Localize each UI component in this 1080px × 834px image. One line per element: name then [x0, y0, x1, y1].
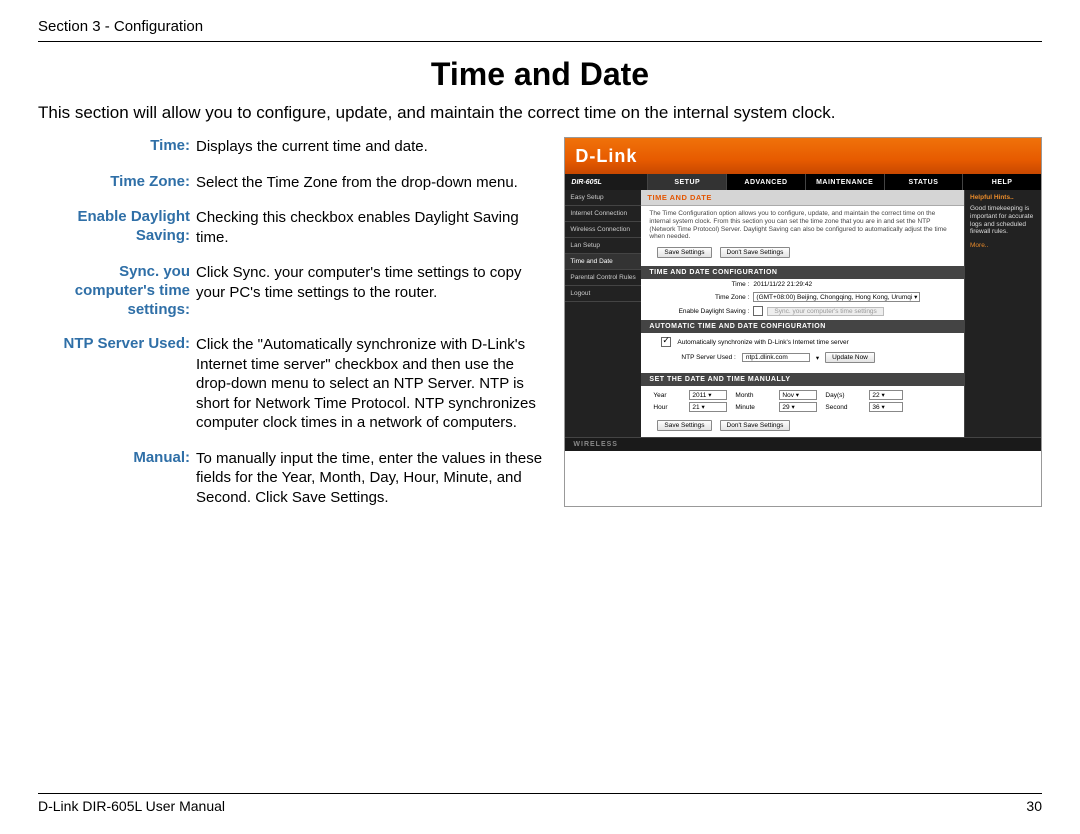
- main-pane: TIME AND DATE The Time Configuration opt…: [641, 190, 964, 437]
- footer-left: D-Link DIR-605L User Manual: [38, 798, 225, 814]
- auto-sync-checkbox[interactable]: [661, 337, 671, 347]
- minute-select[interactable]: 29 ▾: [779, 402, 817, 412]
- tab-setup[interactable]: SETUP: [647, 174, 726, 190]
- tab-maintenance[interactable]: MAINTENANCE: [805, 174, 884, 190]
- sync-time-button[interactable]: Sync. your computer's time settings: [767, 307, 883, 316]
- sidenav-parental[interactable]: Parental Control Rules: [565, 270, 641, 286]
- def-label-time: Time:: [38, 137, 190, 157]
- dst-label: Enable Daylight Saving :: [649, 308, 749, 315]
- sidenav-logout[interactable]: Logout: [565, 286, 641, 302]
- footer-page-number: 30: [1026, 798, 1042, 814]
- def-text-ntp: Click the "Automatically synchronize wit…: [196, 335, 552, 433]
- ntp-server-input[interactable]: ntp1.dlink.com: [742, 353, 810, 362]
- intro-text: This section will allow you to configure…: [38, 103, 1042, 123]
- hints-text: Good timekeeping is important for accura…: [965, 205, 1041, 240]
- hints-header: Helpful Hints..: [965, 190, 1041, 205]
- def-label-tz: Time Zone:: [38, 173, 190, 193]
- def-text-manual: To manually input the time, enter the va…: [196, 449, 552, 508]
- definitions-list: Time: Displays the current time and date…: [38, 137, 552, 507]
- page-title: Time and Date: [38, 56, 1042, 93]
- def-text-sync: Click Sync. your computer's time setting…: [196, 263, 552, 319]
- day-label: Day(s): [825, 392, 861, 399]
- ntp-label: NTP Server Used :: [681, 354, 735, 361]
- save-settings-button-bottom[interactable]: Save Settings: [657, 420, 711, 431]
- auto-sync-text: Automatically synchronize with D-Link's …: [677, 339, 848, 346]
- save-settings-button-top[interactable]: Save Settings: [657, 247, 711, 258]
- side-nav: Easy Setup Internet Connection Wireless …: [565, 190, 641, 437]
- time-label: Time :: [649, 281, 749, 288]
- time-value: 2011/11/22 21:29:42: [753, 281, 812, 288]
- hour-label: Hour: [653, 404, 681, 411]
- panel-title: TIME AND DATE: [641, 190, 964, 206]
- year-select[interactable]: 2011 ▾: [689, 390, 727, 400]
- def-text-dst: Checking this checkbox enables Daylight …: [196, 208, 552, 247]
- sidenav-lan[interactable]: Lan Setup: [565, 238, 641, 254]
- brand-logo: D-Link: [565, 138, 1041, 174]
- model-badge: DIR-605L: [565, 174, 647, 190]
- month-select[interactable]: Nov ▾: [779, 390, 817, 400]
- tz-select[interactable]: (GMT+08:00) Beijing, Chongqing, Hong Kon…: [753, 292, 920, 302]
- month-label: Month: [735, 392, 771, 399]
- def-label-manual: Manual:: [38, 449, 190, 508]
- def-text-tz: Select the Time Zone from the drop-down …: [196, 173, 552, 193]
- def-label-sync: Sync. you computer's time settings:: [38, 263, 190, 319]
- wireless-footer: WIRELESS: [565, 437, 1041, 451]
- subhead-config: TIME AND DATE CONFIGURATION: [641, 266, 964, 279]
- hour-select[interactable]: 21 ▾: [689, 402, 727, 412]
- tab-advanced[interactable]: ADVANCED: [726, 174, 805, 190]
- dont-save-button-bottom[interactable]: Don't Save Settings: [720, 420, 791, 431]
- subhead-auto: AUTOMATIC TIME AND DATE CONFIGURATION: [641, 320, 964, 333]
- tz-label: Time Zone :: [649, 294, 749, 301]
- hints-panel: Helpful Hints.. Good timekeeping is impo…: [964, 190, 1041, 437]
- sidenav-wireless[interactable]: Wireless Connection: [565, 222, 641, 238]
- top-nav: DIR-605L SETUP ADVANCED MAINTENANCE STAT…: [565, 174, 1041, 190]
- year-label: Year: [653, 392, 681, 399]
- router-screenshot: D-Link DIR-605L SETUP ADVANCED MAINTENAN…: [564, 137, 1042, 507]
- second-select[interactable]: 36 ▾: [869, 402, 903, 412]
- def-label-ntp: NTP Server Used:: [38, 335, 190, 433]
- def-text-time: Displays the current time and date.: [196, 137, 552, 157]
- update-now-button[interactable]: Update Now: [825, 352, 875, 363]
- def-label-dst: Enable Daylight Saving:: [38, 208, 190, 247]
- dont-save-button-top[interactable]: Don't Save Settings: [720, 247, 791, 258]
- tab-status[interactable]: STATUS: [884, 174, 963, 190]
- second-label: Second: [825, 404, 861, 411]
- panel-description: The Time Configuration option allows you…: [641, 206, 964, 243]
- subhead-manual: SET THE DATE AND TIME MANUALLY: [641, 373, 964, 386]
- dst-checkbox[interactable]: [753, 306, 763, 316]
- minute-label: Minute: [735, 404, 771, 411]
- sidenav-internet[interactable]: Internet Connection: [565, 206, 641, 222]
- chevron-down-icon[interactable]: ▾: [816, 354, 819, 362]
- day-select[interactable]: 22 ▾: [869, 390, 903, 400]
- sidenav-time-date[interactable]: Time and Date: [565, 254, 641, 270]
- hints-more-link[interactable]: More..: [965, 240, 1041, 251]
- section-header: Section 3 - Configuration: [38, 18, 1042, 42]
- sidenav-easy-setup[interactable]: Easy Setup: [565, 190, 641, 206]
- tab-help[interactable]: HELP: [962, 174, 1041, 190]
